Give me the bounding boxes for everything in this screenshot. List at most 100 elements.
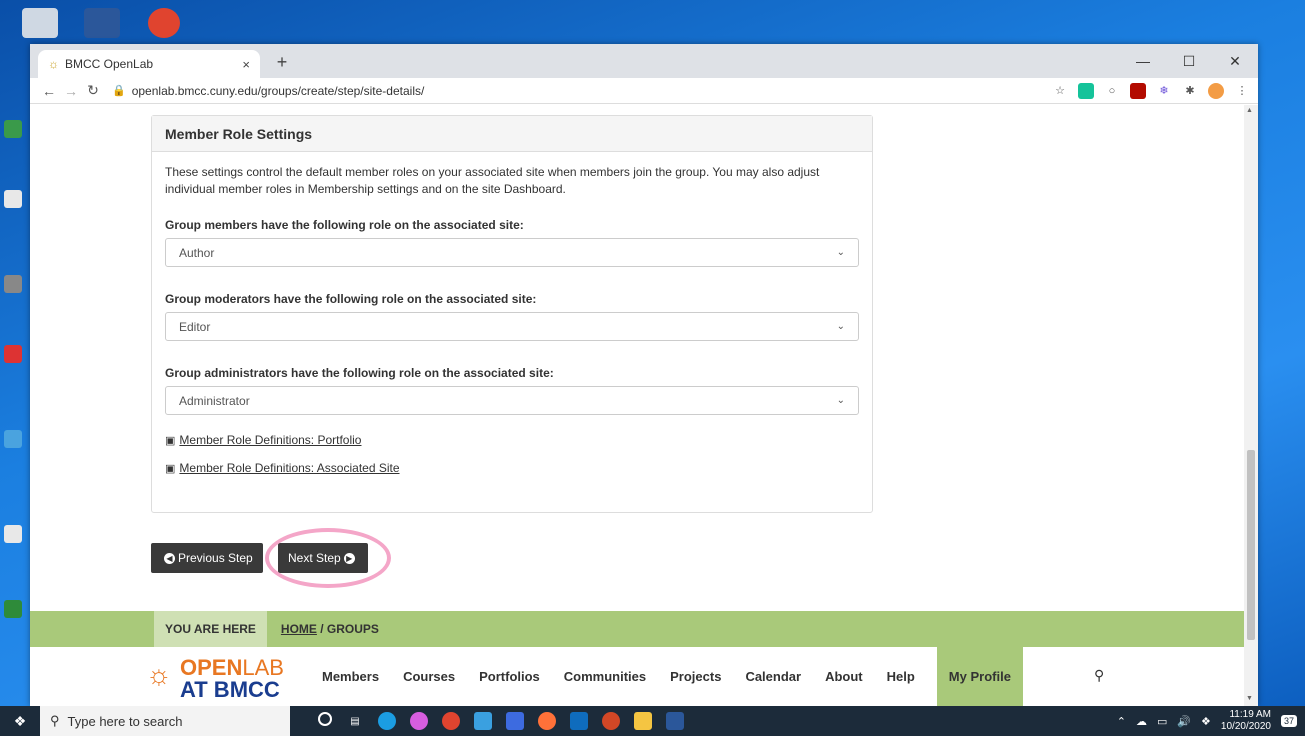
new-tab-button[interactable]: + — [270, 52, 294, 76]
powerpoint-icon[interactable] — [602, 712, 620, 730]
breadcrumb: YOU ARE HERE HOME / GROUPS — [154, 611, 379, 647]
clock-time: 11:19 AM — [1229, 709, 1271, 720]
taskbar-search[interactable]: ⚲ Type here to search — [40, 706, 290, 736]
moderators-role-value: Editor — [179, 319, 211, 334]
previous-step-button[interactable]: ◀ Previous Step — [151, 543, 263, 573]
breadcrumb-separator: / — [316, 622, 327, 636]
firefox-icon[interactable] — [538, 712, 556, 730]
notifications-badge[interactable]: 37 — [1280, 715, 1297, 727]
browser-tab[interactable]: ☼ BMCC OpenLab × — [38, 50, 260, 78]
desktop-shortcut-icon[interactable] — [2, 190, 24, 220]
bookmark-star-icon[interactable]: ☆ — [1052, 83, 1068, 99]
nav-projects[interactable]: Projects — [670, 669, 721, 684]
nav-members[interactable]: Members — [322, 669, 379, 684]
nav-portfolios[interactable]: Portfolios — [479, 669, 540, 684]
nav-help[interactable]: Help — [887, 669, 915, 684]
chevron-down-icon: ⌄ — [836, 395, 845, 406]
site-navbar: ☼ OPENLAB AT BMCC Members Courses Portfo… — [30, 647, 1244, 706]
windows-start-icon[interactable]: ❖ — [0, 706, 40, 736]
scroll-up-icon[interactable]: ▲ — [1246, 107, 1253, 114]
breadcrumb-home-link[interactable]: HOME — [281, 622, 317, 636]
panel-title: Member Role Settings — [152, 116, 872, 152]
recycle-bin-icon[interactable] — [22, 8, 58, 38]
chrome-icon[interactable] — [442, 712, 460, 730]
site-role-definitions-link[interactable]: Member Role Definitions: Associated Site — [179, 461, 399, 475]
tab-title: BMCC OpenLab — [65, 57, 154, 71]
members-role-value: Author — [179, 245, 215, 260]
moderators-role-label: Group moderators have the following role… — [165, 292, 537, 306]
profile-avatar-icon[interactable] — [1208, 82, 1224, 99]
nav-about[interactable]: About — [825, 669, 863, 684]
scrollbar-thumb[interactable] — [1247, 450, 1255, 640]
snowflake-extension-icon[interactable]: ❄ — [1156, 83, 1172, 99]
volume-icon[interactable]: 🔊 — [1177, 715, 1191, 728]
system-tray: ⌃ ☁ ▭ 🔊 ❖ 11:19 AM 10/20/2020 37 — [1117, 706, 1297, 736]
clock[interactable]: 11:19 AM 10/20/2020 — [1221, 709, 1271, 733]
members-role-select[interactable]: Author ⌄ — [165, 238, 859, 267]
page-viewport: Member Role Settings These settings cont… — [30, 105, 1258, 706]
administrators-role-value: Administrator — [179, 393, 250, 408]
expand-icon: ▣ — [165, 462, 176, 475]
lightbulb-favicon-icon: ☼ — [48, 57, 59, 71]
you-are-here-label: YOU ARE HERE — [154, 611, 267, 647]
reload-icon[interactable]: ↻ — [82, 82, 104, 99]
search-icon: ⚲ — [50, 713, 60, 728]
task-view-icon[interactable]: ▤ — [346, 712, 364, 730]
chrome-icon[interactable] — [148, 8, 180, 38]
desktop-shortcut-icon[interactable] — [2, 345, 24, 375]
grammarly-extension-icon[interactable] — [1078, 82, 1094, 99]
moderators-role-select[interactable]: Editor ⌄ — [165, 312, 859, 341]
nav-courses[interactable]: Courses — [403, 669, 455, 684]
back-icon[interactable]: ← — [38, 83, 60, 99]
desktop-shortcut-icon[interactable] — [2, 430, 24, 460]
close-tab-icon[interactable]: × — [242, 57, 250, 72]
tab-bar: ☼ BMCC OpenLab × + — ☐ ✕ — [30, 44, 1258, 78]
onedrive-icon[interactable]: ☁ — [1136, 715, 1147, 728]
scrollbar[interactable]: ▲ ▼ — [1244, 105, 1258, 706]
previous-step-label: Previous Step — [178, 551, 253, 565]
cortana-icon[interactable] — [318, 712, 332, 726]
edge-icon[interactable] — [378, 712, 396, 730]
scroll-down-icon[interactable]: ▼ — [1246, 695, 1253, 702]
word-icon[interactable] — [666, 712, 684, 730]
url-field[interactable]: 🔒 openlab.bmcc.cuny.edu/groups/create/st… — [112, 84, 1042, 98]
itunes-icon[interactable] — [410, 712, 428, 730]
administrators-role-select[interactable]: Administrator ⌄ — [165, 386, 859, 415]
maximize-icon[interactable]: ☐ — [1166, 44, 1212, 78]
administrators-role-label: Group administrators have the following … — [165, 366, 554, 380]
minimize-icon[interactable]: — — [1120, 44, 1166, 78]
url-text: openlab.bmcc.cuny.edu/groups/create/step… — [131, 83, 425, 98]
forward-icon[interactable]: → — [60, 83, 82, 99]
nav-communities[interactable]: Communities — [564, 669, 646, 684]
word-icon[interactable] — [84, 8, 120, 38]
address-bar: ← → ↻ 🔒 openlab.bmcc.cuny.edu/groups/cre… — [30, 78, 1258, 104]
openlab-logo[interactable]: ☼ OPENLAB AT BMCC — [146, 655, 306, 702]
desktop-shortcut-icon[interactable] — [2, 525, 24, 555]
lock-icon[interactable]: 🔒 — [112, 84, 126, 97]
dropbox-icon[interactable] — [506, 712, 524, 730]
file-explorer-icon[interactable] — [634, 712, 652, 730]
desktop-shortcut-icon[interactable] — [2, 120, 24, 150]
battery-icon[interactable]: ▭ — [1157, 715, 1167, 728]
chevron-up-icon[interactable]: ⌃ — [1117, 715, 1126, 728]
search-icon[interactable]: ⚲ — [1094, 667, 1104, 684]
chevron-down-icon: ⌄ — [836, 321, 845, 332]
acrobat-extension-icon[interactable] — [1130, 82, 1146, 99]
clock-date: 10/20/2020 — [1220, 721, 1271, 732]
portfolio-role-definitions-link[interactable]: Member Role Definitions: Portfolio — [179, 433, 361, 447]
close-window-icon[interactable]: ✕ — [1212, 44, 1258, 78]
menu-kebab-icon[interactable]: ⋮ — [1234, 83, 1250, 99]
teams-icon[interactable] — [474, 712, 492, 730]
puzzle-extensions-icon[interactable]: ✱ — [1182, 83, 1198, 99]
chevron-down-icon: ⌄ — [836, 247, 845, 258]
breadcrumb-current: GROUPS — [326, 622, 379, 636]
mail-icon[interactable] — [570, 712, 588, 730]
chevron-left-circle-icon: ◀ — [164, 552, 175, 564]
main-menu: Members Courses Portfolios Communities P… — [310, 647, 1035, 706]
desktop-shortcut-icon[interactable] — [2, 275, 24, 305]
nav-my-profile[interactable]: My Profile — [936, 647, 1023, 706]
dropbox-tray-icon[interactable]: ❖ — [1201, 715, 1211, 728]
desktop-shortcut-icon[interactable] — [2, 600, 24, 630]
nav-calendar[interactable]: Calendar — [745, 669, 801, 684]
circle-extension-icon[interactable]: ○ — [1104, 83, 1120, 99]
